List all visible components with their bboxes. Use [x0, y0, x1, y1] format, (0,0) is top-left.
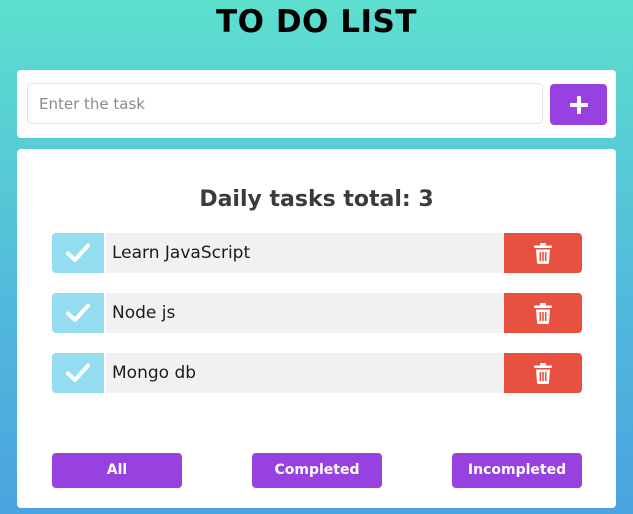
task-input[interactable]: [27, 83, 543, 124]
add-task-button[interactable]: [550, 84, 607, 125]
complete-task-button[interactable]: [52, 353, 104, 393]
trash-icon: [534, 243, 552, 264]
filter-all-button[interactable]: All: [52, 453, 182, 488]
delete-task-button[interactable]: [504, 233, 582, 273]
filter-incompleted-button[interactable]: Incompleted: [452, 453, 582, 488]
task-total-heading: Daily tasks total: 3: [199, 187, 434, 212]
delete-task-button[interactable]: [504, 293, 582, 333]
delete-task-button[interactable]: [504, 353, 582, 393]
check-icon: [66, 243, 90, 262]
task-item: Mongo db: [52, 353, 582, 393]
task-label: Node js: [106, 293, 504, 333]
filter-completed-button[interactable]: Completed: [252, 453, 382, 488]
task-label: Learn JavaScript: [106, 233, 504, 273]
task-label: Mongo db: [106, 353, 504, 393]
complete-task-button[interactable]: [52, 293, 104, 333]
trash-icon: [534, 363, 552, 384]
task-input-card: [17, 70, 616, 138]
task-item: Learn JavaScript: [52, 233, 582, 273]
trash-icon: [534, 303, 552, 324]
check-icon: [66, 363, 90, 382]
page-title: TO DO LIST: [216, 4, 417, 40]
check-icon: [66, 303, 90, 322]
task-item: Node js: [52, 293, 582, 333]
complete-task-button[interactable]: [52, 233, 104, 273]
task-list-card: Daily tasks total: 3 Learn JavaScript No…: [17, 149, 616, 508]
plus-icon: [569, 95, 588, 114]
